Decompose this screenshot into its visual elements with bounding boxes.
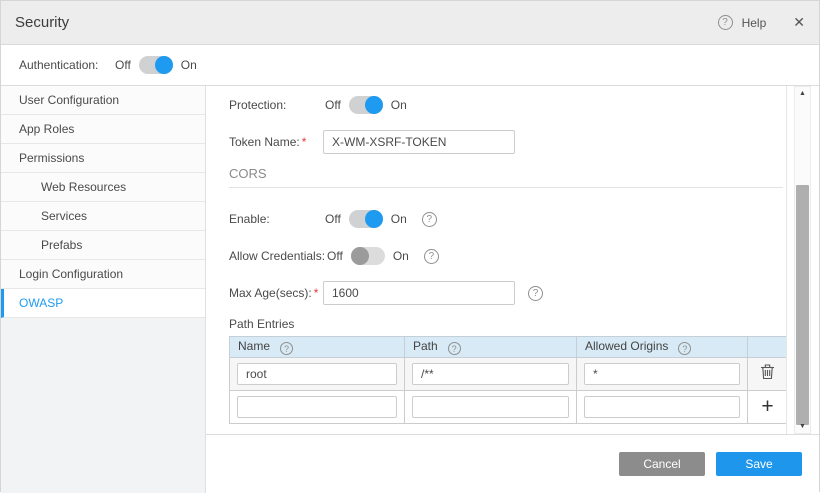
scroll-up-icon[interactable]: ▲: [795, 90, 810, 97]
token-name-label: Token Name:*: [229, 135, 323, 149]
path-help-icon[interactable]: ?: [448, 342, 461, 355]
sidebar-item-app-roles[interactable]: App Roles: [1, 115, 205, 144]
required-asterisk: *: [314, 286, 319, 300]
max-age-help-icon[interactable]: ?: [528, 286, 543, 301]
delete-row-button[interactable]: [748, 358, 788, 391]
sidebar-item-permissions[interactable]: Permissions: [1, 144, 205, 173]
authentication-label: Authentication:: [19, 58, 113, 72]
row1-path-input[interactable]: [412, 363, 569, 385]
sidebar-item-login-configuration[interactable]: Login Configuration: [1, 260, 205, 289]
close-icon[interactable]: ✕: [793, 14, 805, 31]
table-row: [230, 358, 788, 391]
add-row-button[interactable]: +: [748, 391, 788, 424]
authentication-off-label: Off: [115, 58, 131, 72]
protection-toggle[interactable]: [349, 96, 383, 114]
authentication-on-label: On: [181, 58, 197, 72]
protection-off-label: Off: [325, 98, 341, 112]
authentication-toggle[interactable]: [139, 56, 173, 74]
column-header-actions: [748, 337, 788, 358]
page-title: Security: [15, 14, 69, 31]
row2-path-input[interactable]: [412, 396, 569, 418]
allow-credentials-on-label: On: [393, 249, 409, 263]
allow-credentials-toggle[interactable]: [351, 247, 385, 265]
enable-toggle[interactable]: [349, 210, 383, 228]
allow-credentials-off-label: Off: [327, 249, 343, 263]
toggle-knob: [155, 56, 173, 74]
path-entries-title: Path Entries: [229, 317, 786, 331]
enable-label: Enable:: [229, 212, 323, 226]
sidebar: User Configuration App Roles Permissions…: [1, 86, 206, 493]
help-link[interactable]: Help: [742, 16, 767, 30]
authentication-bar: Authentication: Off On: [1, 45, 819, 86]
required-asterisk: *: [302, 135, 307, 149]
sidebar-item-web-resources[interactable]: Web Resources: [1, 173, 205, 202]
sidebar-item-owasp[interactable]: OWASP: [1, 289, 205, 318]
allow-credentials-help-icon[interactable]: ?: [424, 249, 439, 264]
sidebar-item-user-configuration[interactable]: User Configuration: [1, 86, 205, 115]
allow-credentials-label: Allow Credentials:: [229, 249, 325, 263]
scroll-down-icon[interactable]: ▼: [795, 423, 810, 430]
dialog-header: Security ? Help ✕: [1, 1, 819, 45]
scrollbar-thumb[interactable]: [796, 185, 809, 425]
max-age-label: Max Age(secs):*: [229, 286, 323, 300]
protection-label: Protection:: [229, 98, 323, 112]
toggle-knob: [365, 210, 383, 228]
column-header-path: Path?: [405, 337, 577, 358]
dialog-footer: Cancel Save: [206, 434, 819, 493]
protection-on-label: On: [391, 98, 407, 112]
save-button[interactable]: Save: [716, 452, 802, 476]
cors-section-heading: CORS: [229, 166, 786, 181]
name-help-icon[interactable]: ?: [280, 342, 293, 355]
max-age-input[interactable]: [323, 281, 515, 305]
plus-icon: +: [761, 395, 773, 418]
table-header-row: Name? Path? Allowed Origins?: [230, 337, 788, 358]
toggle-knob: [365, 96, 383, 114]
table-row: +: [230, 391, 788, 424]
cancel-button[interactable]: Cancel: [619, 452, 705, 476]
column-header-allowed-origins: Allowed Origins?: [577, 337, 748, 358]
sidebar-item-prefabs[interactable]: Prefabs: [1, 231, 205, 260]
row2-name-input[interactable]: [237, 396, 397, 418]
vertical-scrollbar[interactable]: ▲ ▼: [794, 86, 811, 434]
row1-allowed-origins-input[interactable]: [584, 363, 740, 385]
allowed-origins-help-icon[interactable]: ?: [678, 342, 691, 355]
trash-icon: [760, 363, 775, 380]
column-header-name: Name?: [230, 337, 405, 358]
owasp-settings-panel: Protection: Off On Token Name:* CORS Ena…: [206, 86, 787, 434]
help-icon[interactable]: ?: [718, 15, 733, 30]
enable-off-label: Off: [325, 212, 341, 226]
security-dialog: Security ? Help ✕ Authentication: Off On…: [0, 0, 820, 492]
enable-on-label: On: [391, 212, 407, 226]
path-entries-table: Name? Path? Allowed Origins?: [229, 336, 787, 424]
row1-name-input[interactable]: [237, 363, 397, 385]
sidebar-item-services[interactable]: Services: [1, 202, 205, 231]
enable-help-icon[interactable]: ?: [422, 212, 437, 227]
toggle-knob: [351, 247, 369, 265]
cors-divider: [229, 187, 783, 188]
token-name-input[interactable]: [323, 130, 515, 154]
row2-allowed-origins-input[interactable]: [584, 396, 740, 418]
